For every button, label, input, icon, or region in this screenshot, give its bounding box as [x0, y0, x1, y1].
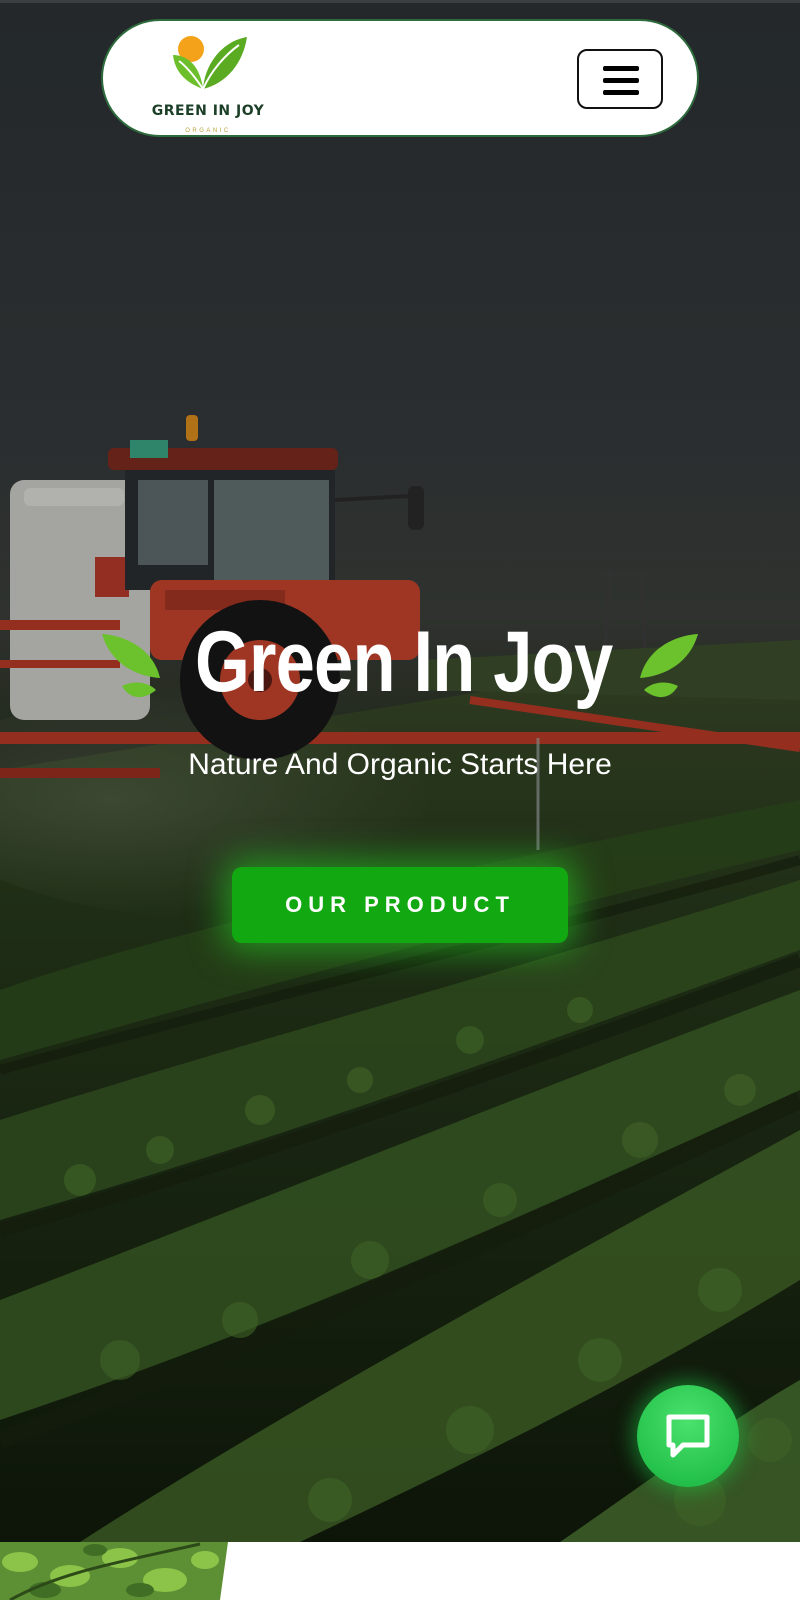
hero-title: Green In Joy [195, 614, 613, 710]
brand-logo[interactable]: GREEN IN JOY ORGANIC [143, 31, 273, 134]
brand-name: GREEN IN JOY [151, 103, 265, 119]
leaf-icon [102, 634, 160, 698]
chat-button[interactable] [637, 1385, 739, 1487]
site-header: GREEN IN JOY ORGANIC [101, 19, 699, 137]
chat-bubble-icon [666, 1414, 710, 1458]
top-edge [0, 0, 800, 3]
our-product-button[interactable]: OUR PRODUCT [232, 867, 568, 943]
leaf-icon [640, 634, 698, 698]
next-section-preview [0, 1542, 800, 1600]
logo-leaf-sun-icon [173, 36, 247, 90]
menu-toggle-button[interactable] [577, 49, 663, 109]
hero-subtitle: Nature And Organic Starts Here [188, 748, 612, 781]
hero-title-row: Green In Joy [0, 612, 800, 712]
hamburger-menu-icon [603, 66, 639, 71]
page: GREEN IN JOY ORGANIC Green In Joy Nature… [0, 0, 800, 1600]
foliage-image [0, 1542, 228, 1600]
hamburger-menu-icon-line [603, 90, 639, 95]
hamburger-menu-icon-line [603, 78, 639, 83]
brand-tagline: ORGANIC [185, 128, 231, 134]
